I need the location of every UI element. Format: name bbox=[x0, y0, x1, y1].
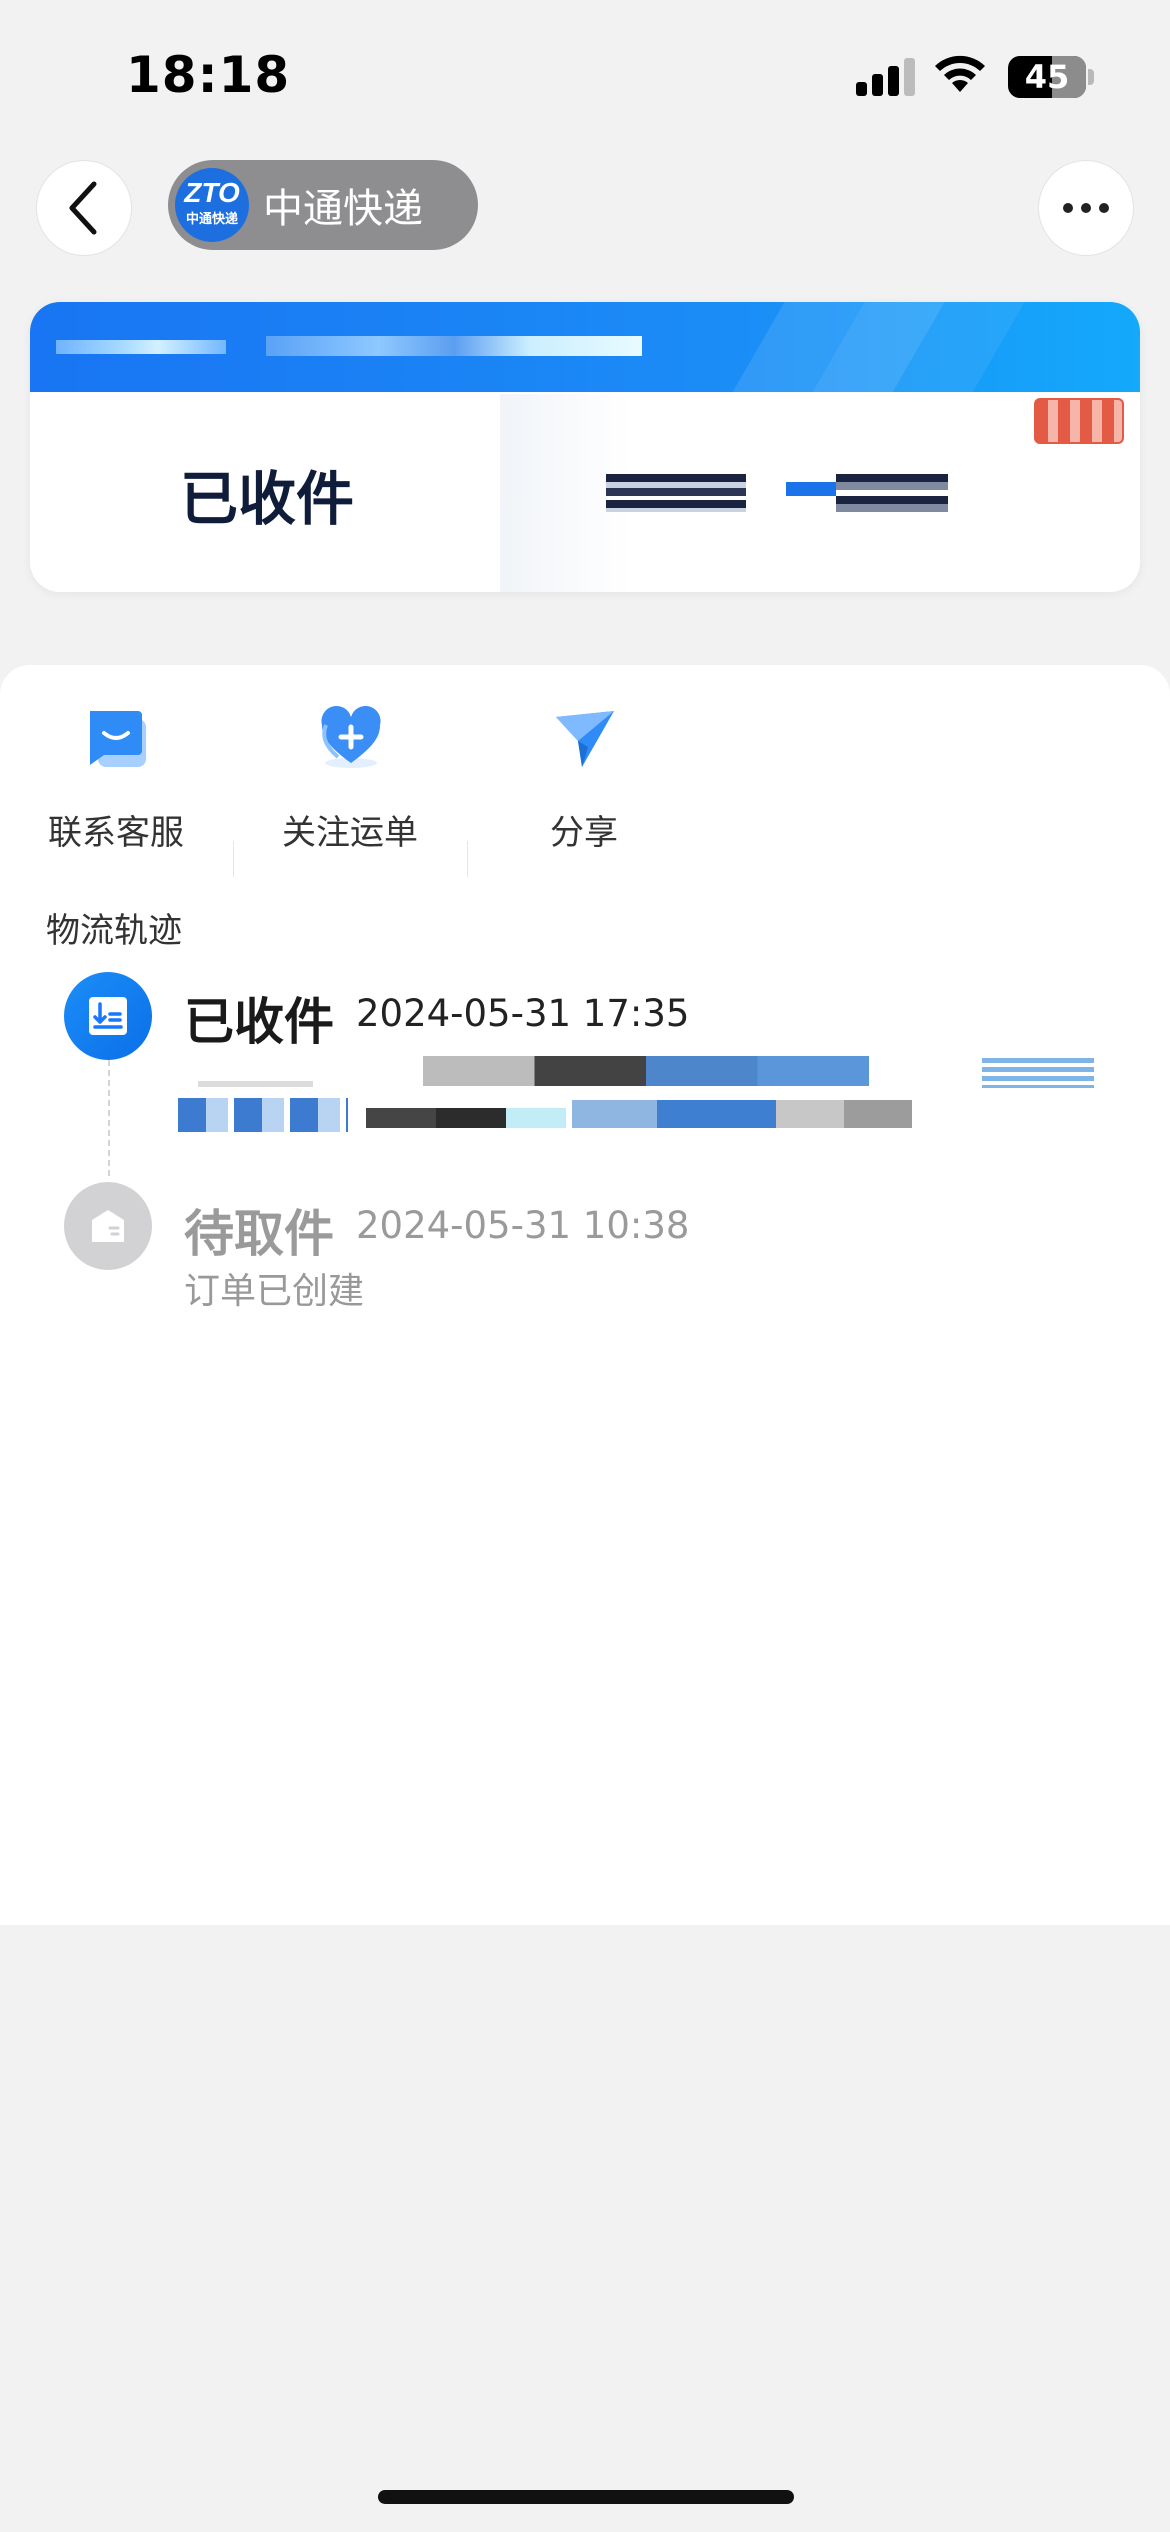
status-time: 18:18 bbox=[126, 46, 291, 104]
share-label: 分享 bbox=[550, 813, 618, 853]
stamp-icon bbox=[1034, 398, 1124, 444]
timeline-connector bbox=[108, 1060, 110, 1176]
redacted-track-detail bbox=[178, 1098, 348, 1132]
redacted-track-detail bbox=[423, 1056, 869, 1086]
box-icon bbox=[92, 1210, 124, 1242]
redacted-track-detail bbox=[366, 1108, 566, 1128]
redacted-route-info bbox=[786, 482, 836, 496]
follow-waybill-button[interactable]: 关注运单 bbox=[250, 705, 450, 855]
battery-icon: 45 bbox=[1008, 56, 1086, 98]
redacted-route-info bbox=[836, 474, 948, 512]
cellular-signal-icon bbox=[856, 58, 916, 96]
redacted-tracking-number bbox=[56, 340, 226, 354]
paper-plane-icon bbox=[556, 711, 614, 767]
timeline-dot-active bbox=[64, 972, 152, 1060]
divider bbox=[467, 841, 468, 877]
redacted-track-detail bbox=[198, 1081, 313, 1087]
timeline-description: 订单已创建 bbox=[184, 1271, 365, 1312]
quick-actions: 联系客服 关注运单 分享 bbox=[0, 705, 700, 877]
wifi-icon bbox=[935, 55, 985, 92]
details-sheet: 联系客服 关注运单 分享 物流轨迹 bbox=[0, 665, 1170, 1925]
more-button[interactable] bbox=[1038, 160, 1134, 256]
chat-bubble-icon bbox=[90, 711, 146, 767]
battery-tip bbox=[1088, 69, 1094, 85]
redacted-tracking-info bbox=[266, 336, 642, 356]
brand-pill[interactable]: ZTO 中通快递 中通快递 bbox=[168, 160, 478, 250]
redacted-route-info bbox=[606, 474, 746, 512]
logistics-track-title: 物流轨迹 bbox=[46, 911, 182, 951]
chevron-left-icon bbox=[69, 181, 97, 235]
shipment-status-card[interactable]: 已收件 bbox=[30, 302, 1140, 592]
redacted-track-detail bbox=[572, 1100, 912, 1128]
timeline-time: 2024-05-31 10:38 bbox=[356, 1204, 690, 1247]
heart-plus-icon bbox=[321, 705, 381, 768]
home-indicator[interactable] bbox=[378, 2490, 794, 2504]
status-bar: 18:18 45 bbox=[0, 0, 1170, 150]
zto-logo-icon: ZTO 中通快递 bbox=[175, 168, 249, 242]
battery-level: 45 bbox=[1024, 58, 1070, 96]
share-button[interactable]: 分享 bbox=[484, 705, 684, 855]
timeline-dot-inactive bbox=[64, 1182, 152, 1270]
contact-service-label: 联系客服 bbox=[48, 813, 184, 853]
follow-waybill-label: 关注运单 bbox=[282, 813, 418, 853]
card-banner bbox=[30, 302, 1140, 392]
timeline-status: 已收件 bbox=[184, 993, 334, 1051]
brand-name: 中通快递 bbox=[263, 186, 423, 232]
package-received-icon bbox=[89, 997, 127, 1035]
redacted-track-detail bbox=[982, 1058, 1094, 1088]
timeline-time: 2024-05-31 17:35 bbox=[356, 992, 690, 1035]
divider bbox=[233, 841, 234, 877]
card-status-text: 已收件 bbox=[180, 465, 355, 533]
back-button[interactable] bbox=[36, 160, 132, 256]
more-dot-icon bbox=[1099, 203, 1109, 213]
more-dot-icon bbox=[1081, 203, 1091, 213]
timeline-status: 待取件 bbox=[184, 1205, 334, 1263]
contact-service-button[interactable]: 联系客服 bbox=[16, 705, 216, 855]
more-dot-icon bbox=[1063, 203, 1073, 213]
